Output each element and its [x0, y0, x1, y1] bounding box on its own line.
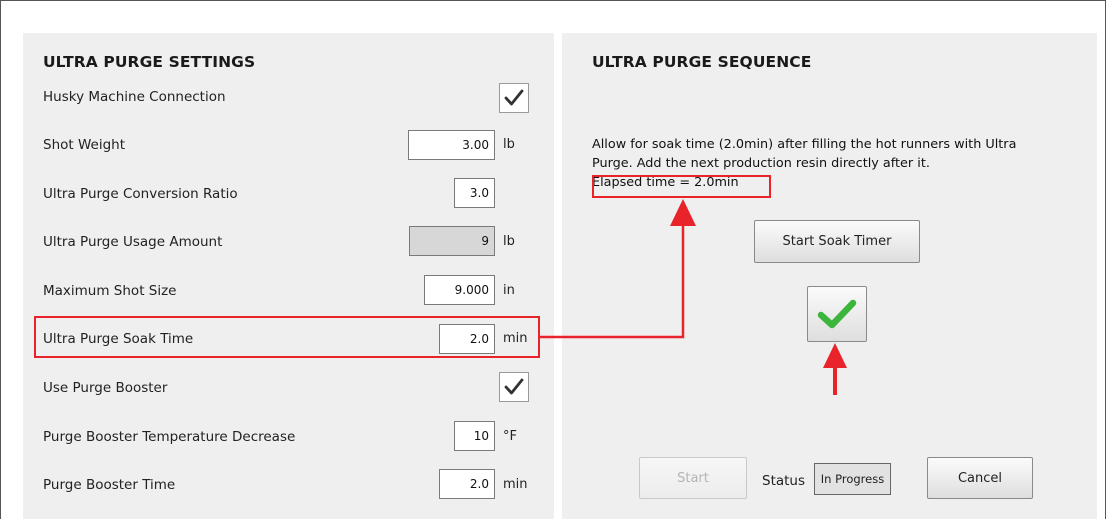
usage-amount-label: Ultra Purge Usage Amount	[43, 234, 223, 250]
husky-machine-connection-checkbox[interactable]	[499, 83, 529, 113]
sequence-title: ULTRA PURGE SEQUENCE	[592, 53, 812, 71]
maximum-shot-size-unit: in	[503, 283, 515, 298]
instruction-line-1: Allow for soak time (2.0min) after filli…	[592, 137, 1017, 152]
booster-temperature-field[interactable]: 10	[454, 421, 495, 451]
elapsed-time-highlight-box	[592, 175, 771, 198]
maximum-shot-size-field[interactable]: 9.000	[424, 275, 495, 305]
use-purge-booster-label: Use Purge Booster	[43, 380, 168, 396]
status-value-field: In Progress	[814, 463, 891, 495]
settings-title: ULTRA PURGE SETTINGS	[43, 53, 256, 71]
checkmark-icon	[504, 378, 524, 395]
checkmark-icon	[504, 89, 524, 106]
usage-amount-field: 9	[409, 226, 495, 256]
shot-weight-unit: lb	[503, 137, 515, 152]
soak-complete-button[interactable]	[807, 286, 867, 342]
start-button[interactable]: Start	[639, 457, 747, 499]
booster-time-unit: min	[503, 477, 528, 492]
conversion-ratio-field[interactable]: 3.0	[454, 178, 495, 208]
start-soak-timer-button[interactable]: Start Soak Timer	[754, 220, 920, 263]
booster-time-label: Purge Booster Time	[43, 477, 176, 493]
ultra-purge-settings-panel: ULTRA PURGE SETTINGS Husky Machine Conne…	[23, 33, 554, 519]
booster-temperature-label: Purge Booster Temperature Decrease	[43, 429, 296, 445]
soak-time-highlight-box	[34, 316, 540, 358]
booster-temperature-unit: °F	[503, 429, 517, 444]
shot-weight-label: Shot Weight	[43, 137, 126, 153]
husky-machine-connection-label: Husky Machine Connection	[43, 89, 226, 105]
booster-time-field[interactable]: 2.0	[439, 469, 495, 499]
conversion-ratio-label: Ultra Purge Conversion Ratio	[43, 186, 238, 202]
shot-weight-field[interactable]: 3.00	[408, 130, 495, 160]
maximum-shot-size-label: Maximum Shot Size	[43, 283, 177, 299]
use-purge-booster-checkbox[interactable]	[499, 372, 529, 402]
status-label: Status	[762, 473, 806, 489]
cancel-button[interactable]: Cancel	[927, 457, 1033, 499]
usage-amount-unit: lb	[503, 234, 515, 249]
green-checkmark-icon	[817, 299, 857, 329]
instruction-line-2: Purge. Add the next production resin dir…	[592, 156, 930, 171]
ultra-purge-sequence-panel: ULTRA PURGE SEQUENCE Allow for soak time…	[562, 33, 1097, 519]
